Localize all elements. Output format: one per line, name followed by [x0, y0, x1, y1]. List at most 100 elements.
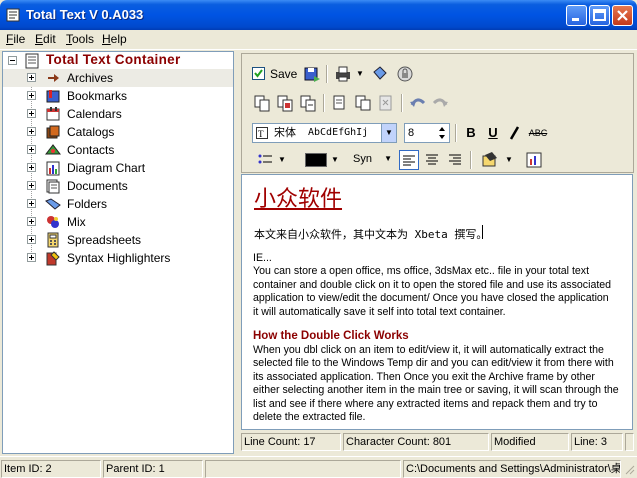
tree-item-mix[interactable]: Mix — [3, 213, 233, 231]
document-properties-icon — [300, 95, 316, 112]
lock-button[interactable] — [395, 64, 415, 84]
resize-grip-icon[interactable] — [623, 463, 635, 475]
contacts-icon — [45, 144, 61, 155]
character-count: Character Count: 801 — [343, 433, 489, 451]
document-icon — [25, 53, 39, 69]
expand-toggle[interactable] — [27, 217, 36, 226]
catalog-icon — [46, 125, 60, 139]
bullet-dropdown[interactable]: ▼ — [277, 150, 287, 170]
tree-item-bookmarks[interactable]: Bookmarks — [3, 87, 233, 105]
close-icon — [617, 10, 628, 21]
menu-edit[interactable]: Edit — [35, 32, 56, 46]
text-color-button[interactable] — [303, 150, 329, 170]
color-dropdown[interactable]: ▼ — [330, 150, 340, 170]
tree-item-calendars[interactable]: Calendars — [3, 105, 233, 123]
status-bar: Item ID: 2 Parent ID: 1 C:\Documents and… — [0, 456, 637, 478]
tree-item-archives[interactable]: Archives — [3, 69, 233, 87]
expand-toggle[interactable] — [27, 253, 36, 262]
editor-line: list and see if there where any extracte… — [253, 398, 598, 410]
print-button[interactable] — [334, 64, 354, 84]
link-button[interactable] — [370, 64, 390, 84]
font-name-select[interactable]: T 宋体 AbCdEfGhIj ▼ — [252, 123, 397, 143]
chart-icon — [46, 161, 60, 176]
font-preview: AbCdEfGhIj — [308, 127, 369, 138]
editor-line: container and double click on it to open… — [253, 279, 612, 291]
menu-tools[interactable]: Tools — [66, 32, 94, 46]
tree-root-label[interactable]: Total Text Container — [46, 52, 181, 67]
bullet-list-button[interactable] — [256, 150, 276, 170]
tree-item-label: Mix — [67, 215, 86, 229]
insert-object-button[interactable] — [480, 150, 500, 170]
tree-item-spreadsheets[interactable]: Spreadsheets — [3, 231, 233, 249]
tree-item-diagram-chart[interactable]: Diagram Chart — [3, 159, 233, 177]
save-label: Save — [270, 67, 298, 81]
menu-file[interactable]: File — [6, 32, 25, 46]
insert-dropdown[interactable]: ▼ — [504, 150, 514, 170]
italic-button[interactable] — [505, 123, 525, 143]
editor-cn-line: 本文来自小众软件，其中文本为 Xbeta 撰写。 — [254, 228, 488, 241]
close-button[interactable] — [612, 5, 633, 26]
tree-item-catalogs[interactable]: Catalogs — [3, 123, 233, 141]
maximize-button[interactable] — [589, 5, 610, 26]
paste-button[interactable] — [353, 93, 373, 113]
align-left-icon — [403, 155, 415, 166]
status-empty — [205, 460, 401, 478]
clear-button[interactable] — [376, 93, 396, 113]
save-to-disk-button[interactable] — [302, 64, 322, 84]
chevron-down-icon[interactable]: ▼ — [381, 124, 396, 142]
tree-item-label: Syntax Highlighters — [67, 251, 171, 265]
tree-item-label: Spreadsheets — [67, 233, 142, 247]
paste-icon — [355, 95, 371, 111]
align-center-button[interactable] — [422, 150, 442, 170]
expand-toggle[interactable] — [27, 127, 36, 136]
separator — [455, 124, 457, 142]
expand-toggle[interactable] — [27, 145, 36, 154]
expand-toggle[interactable] — [27, 199, 36, 208]
bold-button[interactable]: B — [461, 123, 481, 143]
text-editor[interactable]: 小众软件 本文来自小众软件，其中文本为 Xbeta 撰写。 IE... You … — [241, 174, 633, 430]
expand-toggle[interactable] — [27, 91, 36, 100]
underline-button[interactable]: U — [483, 123, 503, 143]
minimize-button[interactable] — [566, 5, 587, 26]
folder-icon — [45, 198, 61, 210]
copy-button[interactable] — [330, 93, 350, 113]
chevron-down-icon: ▼ — [384, 154, 392, 163]
align-left-button[interactable] — [399, 150, 419, 170]
editor-line: When you dbl click on an item to edit/vi… — [253, 344, 604, 356]
menu-help[interactable]: Help — [102, 32, 127, 46]
separator — [401, 94, 403, 112]
expand-toggle[interactable] — [27, 73, 36, 82]
tree-item-documents[interactable]: Documents — [3, 177, 233, 195]
font-icon: T — [256, 127, 268, 139]
root-collapse-toggle[interactable] — [8, 56, 17, 65]
expand-toggle[interactable] — [27, 181, 36, 190]
doc-red-button[interactable] — [275, 93, 295, 113]
tree-item-label: Bookmarks — [67, 89, 128, 103]
editor-line: it will automatically save it self into … — [253, 306, 506, 318]
redo-button[interactable] — [430, 93, 450, 113]
toolbar-row-1: Save ▼ — [240, 62, 635, 86]
toolbar-row-2 — [240, 91, 635, 115]
toolbar-row-3: T 宋体 AbCdEfGhIj ▼ 8 B U ABC — [240, 121, 635, 145]
syntax-icon — [46, 251, 60, 266]
print-dropdown[interactable]: ▼ — [355, 64, 365, 84]
font-size-input[interactable]: 8 — [404, 123, 450, 143]
strikethrough-button[interactable]: ABC — [528, 123, 548, 143]
expand-toggle[interactable] — [27, 109, 36, 118]
expand-toggle[interactable] — [27, 163, 36, 172]
save-checkbox[interactable] — [252, 67, 265, 80]
syntax-select[interactable]: Syn ▼ — [350, 150, 394, 170]
spreadsheet-icon — [47, 232, 59, 248]
align-right-button[interactable] — [445, 150, 465, 170]
spinner-icon[interactable] — [437, 124, 447, 142]
undo-button[interactable] — [408, 93, 428, 113]
tree-item-folders[interactable]: Folders — [3, 195, 233, 213]
text-caret — [482, 225, 483, 239]
tree-item-syntax-highlighters[interactable]: Syntax Highlighters — [3, 249, 233, 267]
tree-item-contacts[interactable]: Contacts — [3, 141, 233, 159]
doc-new-button[interactable] — [252, 93, 272, 113]
doc-props-button[interactable] — [298, 93, 318, 113]
editor-line: IE... — [253, 252, 272, 264]
insert-chart-button[interactable] — [524, 150, 544, 170]
expand-toggle[interactable] — [27, 235, 36, 244]
